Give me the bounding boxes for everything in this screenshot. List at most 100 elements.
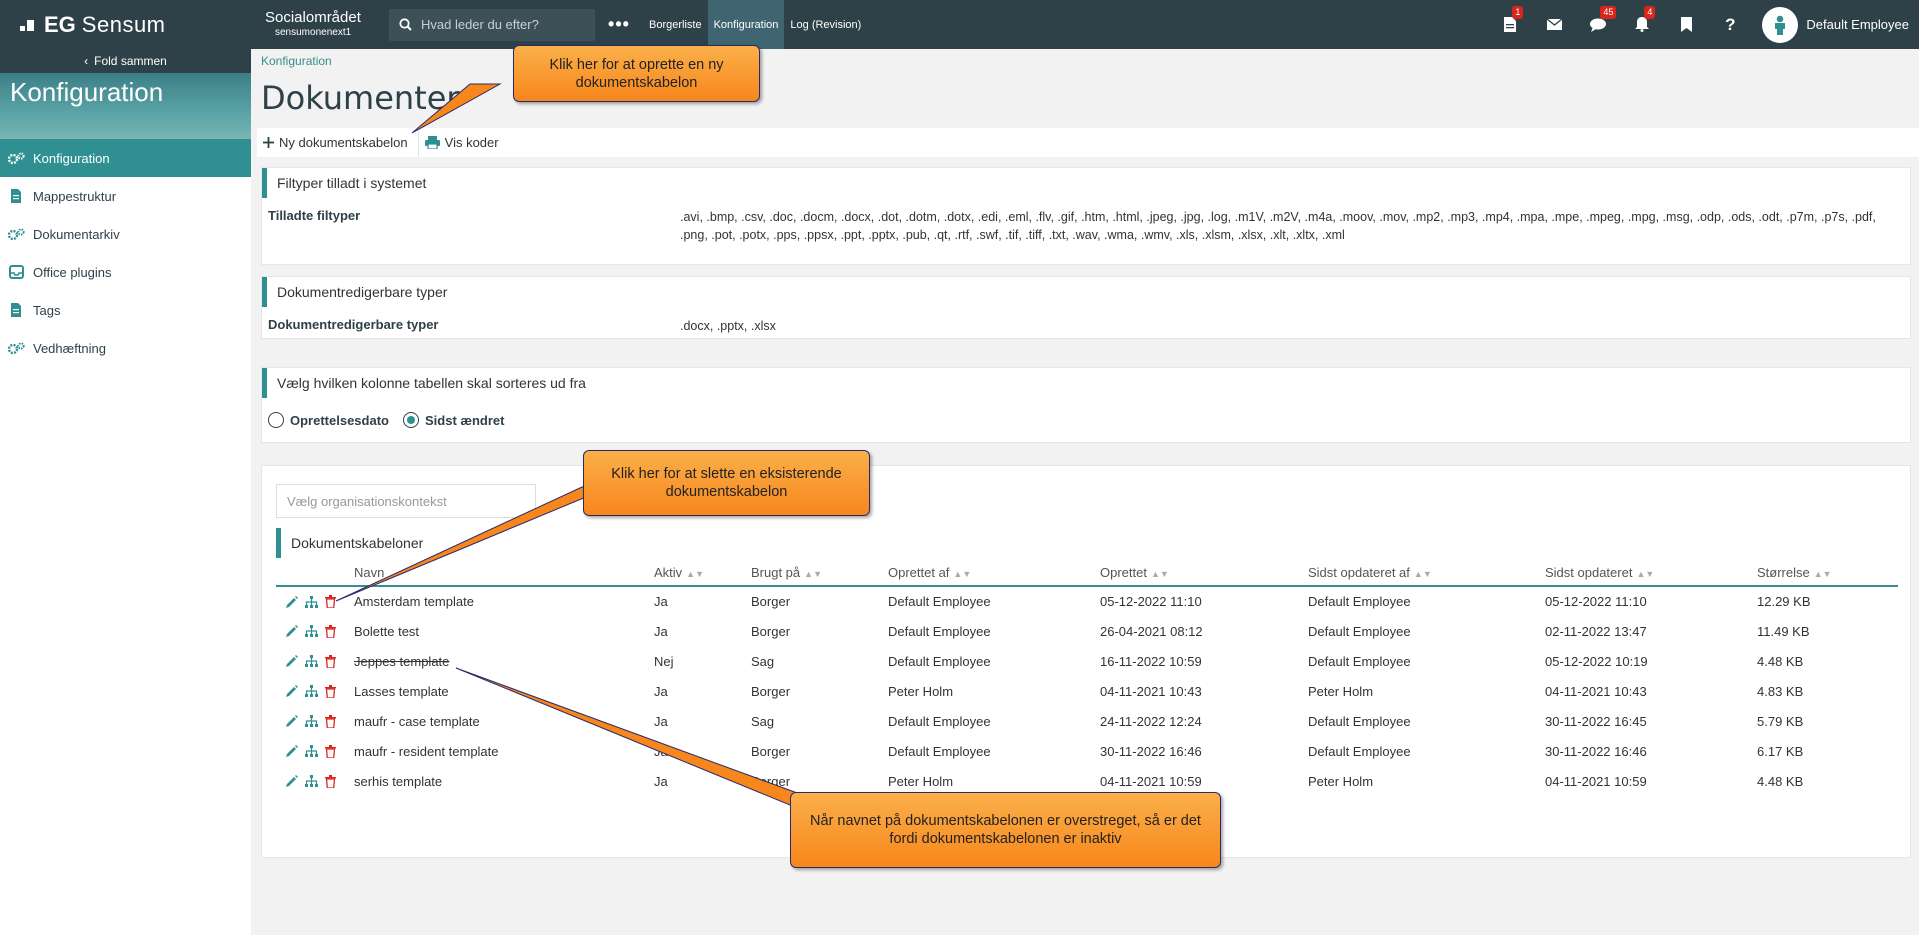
trash-icon[interactable] xyxy=(325,744,336,758)
chat-badge: 45 xyxy=(1600,6,1617,19)
column-header-oprettet[interactable]: Oprettet ▲▼ xyxy=(1100,560,1308,587)
cell-updated-by: Default Employee xyxy=(1308,653,1411,669)
breadcrumb[interactable]: Konfiguration xyxy=(261,54,332,68)
organization-context-select[interactable]: Vælg organisationskontekst xyxy=(276,484,536,518)
user-menu[interactable]: Default Employee xyxy=(1752,0,1919,49)
column-header-sidst-opdateret-af[interactable]: Sidst opdateret af ▲▼ xyxy=(1308,560,1545,587)
filetypes-panel: Filtyper tilladt i systemet Tilladte fil… xyxy=(261,167,1911,265)
pencil-icon[interactable] xyxy=(286,655,298,667)
sort-icon: ▲▼ xyxy=(953,569,972,579)
fold-sidebar-button[interactable]: ‹ Fold sammen xyxy=(0,49,251,73)
cell-created: 26-04-2021 08:12 xyxy=(1100,623,1203,639)
sitemap-icon[interactable] xyxy=(305,745,318,757)
help-button[interactable]: ? xyxy=(1708,0,1752,49)
documents-button[interactable]: 1 xyxy=(1488,0,1532,49)
pencil-icon[interactable] xyxy=(286,775,298,787)
chat-button[interactable]: 45 xyxy=(1576,0,1620,49)
sidebar-item-office-plugins[interactable]: Office plugins xyxy=(0,253,251,291)
trash-icon[interactable] xyxy=(325,624,336,638)
sitemap-icon[interactable] xyxy=(305,715,318,727)
pencil-icon[interactable] xyxy=(286,715,298,727)
cell-updated: 05-12-2022 11:10 xyxy=(1545,594,1647,609)
editable-types-value: .docx, .pptx, .xlsx xyxy=(680,319,776,333)
gears-icon xyxy=(8,227,25,240)
cell-used-on: Borger xyxy=(751,623,791,639)
sitemap-icon[interactable] xyxy=(305,595,318,608)
sitemap-icon[interactable] xyxy=(305,625,318,637)
table-row[interactable]: Bolette test Ja Borger Default Employee 26-0… xyxy=(276,616,1898,646)
cell-name: maufr - case template xyxy=(354,713,480,729)
row-actions xyxy=(276,766,354,796)
toolbar: Ny dokumentskabelon Vis koder xyxy=(257,128,1919,157)
chevron-left-icon: ‹ xyxy=(84,54,89,68)
sort-icon: ▲▼ xyxy=(804,569,822,579)
cell-active: Nej xyxy=(654,653,674,669)
eg-sensum-logo[interactable]: EG Sensum xyxy=(0,0,251,49)
column-header-stoerrelse[interactable]: Størrelse ▲▼ xyxy=(1757,560,1898,587)
table-row[interactable]: Jeppes template Nej Sag Default Employee 16-… xyxy=(276,646,1898,676)
radio-label: Sidst ændret xyxy=(424,412,505,428)
cell-updated-by: Peter Holm xyxy=(1308,683,1374,699)
document-icon xyxy=(11,303,21,317)
sitemap-icon[interactable] xyxy=(305,655,318,667)
row-actions xyxy=(276,706,354,736)
column-header-brugt-paa[interactable]: Brugt på ▲▼ xyxy=(751,560,888,587)
avatar xyxy=(1762,6,1799,43)
sidebar-banner: Konfiguration xyxy=(0,73,251,139)
cell-created: 16-11-2022 10:59 xyxy=(1100,653,1202,669)
table-row[interactable]: Amsterdam template Ja Borger Default Employ… xyxy=(276,586,1898,616)
search-input[interactable]: Hvad leder du efter? xyxy=(389,8,595,41)
bookmarks-button[interactable] xyxy=(1664,0,1708,49)
cell-updated-by: Default Employee xyxy=(1308,713,1411,729)
column-header-navn[interactable]: Navn xyxy=(354,560,654,587)
document-icon xyxy=(1504,17,1517,32)
trash-icon[interactable] xyxy=(325,595,336,608)
column-header-aktiv[interactable]: Aktiv ▲▼ xyxy=(654,560,751,587)
show-codes-label: Vis koder xyxy=(444,135,499,150)
column-header-oprettet-af[interactable]: Oprettet af ▲▼ xyxy=(888,560,1100,587)
cell-active: Ja xyxy=(654,743,668,759)
notifications-button[interactable]: 4 xyxy=(1620,0,1664,49)
more-menu-button[interactable]: ••• xyxy=(595,14,643,35)
sidebar-item-konfiguration[interactable]: Konfiguration xyxy=(0,139,251,177)
organization-switcher[interactable]: Socialområdet sensumonenext1 xyxy=(251,10,381,40)
nav-konfiguration[interactable]: Konfiguration xyxy=(707,0,785,49)
show-codes-button[interactable]: Vis koder xyxy=(417,128,509,157)
trash-icon[interactable] xyxy=(325,714,336,728)
nav-log-revision[interactable]: Log (Revision) xyxy=(784,0,867,49)
editable-types-label: Dokumentredigerbare typer xyxy=(268,317,439,332)
trash-icon[interactable] xyxy=(325,684,336,698)
radio-sidst-aendret[interactable]: Sidst ændret xyxy=(402,412,505,428)
column-header-sidst-opdateret[interactable]: Sidst opdateret ▲▼ xyxy=(1545,560,1757,587)
pencil-icon[interactable] xyxy=(286,625,298,637)
sidebar-item-tags[interactable]: Tags xyxy=(0,291,251,329)
user-name: Default Employee xyxy=(1806,17,1909,32)
nav-borgerliste[interactable]: Borgerliste xyxy=(643,0,708,49)
sidebar-item-mappestruktur[interactable]: Mappestruktur xyxy=(0,177,251,215)
cell-size: 6.17 KB xyxy=(1757,743,1804,759)
row-actions xyxy=(276,586,354,616)
new-template-button[interactable]: Ny dokumentskabelon xyxy=(257,128,418,157)
table-row[interactable]: maufr - resident template Ja Borger Default… xyxy=(276,736,1898,766)
cell-created-by: Default Employee xyxy=(888,594,991,609)
editable-types-heading: Dokumentredigerbare typer xyxy=(262,277,1910,307)
sitemap-icon[interactable] xyxy=(305,685,318,697)
sidebar-item-vedhaeftning[interactable]: Vedhæftning xyxy=(0,329,251,367)
pencil-icon[interactable] xyxy=(286,745,298,757)
trash-icon[interactable] xyxy=(325,774,336,788)
pencil-icon[interactable] xyxy=(286,595,298,608)
gears-icon xyxy=(8,151,25,164)
pencil-icon[interactable] xyxy=(286,685,298,697)
radio-oprettelsesdato[interactable]: Oprettelsesdato xyxy=(268,412,389,428)
table-row[interactable]: Lasses template Ja Borger Peter Holm 04-11-2… xyxy=(276,676,1898,706)
sidebar-item-dokumentarkiv[interactable]: Dokumentarkiv xyxy=(0,215,251,253)
sitemap-icon[interactable] xyxy=(305,775,318,787)
mail-button[interactable] xyxy=(1532,0,1576,49)
table-row[interactable]: maufr - case template Ja Sag Default Employ… xyxy=(276,706,1898,736)
sidebar: ‹ Fold sammen Konfiguration Konfiguratio… xyxy=(0,49,251,935)
gears-icon xyxy=(8,341,25,354)
trash-icon[interactable] xyxy=(325,654,336,668)
table-header-row: Navn Aktiv ▲▼ Brugt på ▲▼ Oprettet af ▲▼ Op… xyxy=(276,560,1898,587)
org-title: Socialområdet xyxy=(265,8,361,26)
cell-name: Lasses template xyxy=(354,683,449,699)
